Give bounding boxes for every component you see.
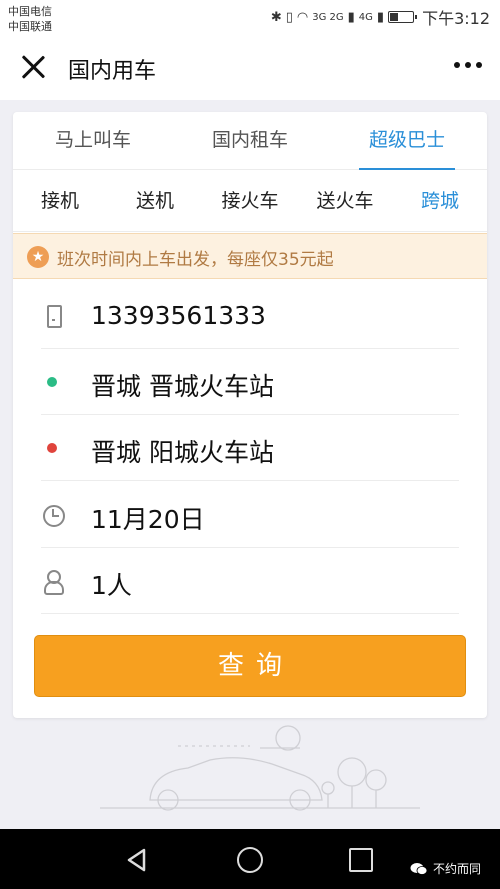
phone-icon xyxy=(41,304,65,328)
origin-row[interactable]: 晋城 晋城火车站 xyxy=(41,349,459,415)
subtab-airport-pickup[interactable]: 接机 xyxy=(13,170,107,232)
passengers-row[interactable]: 1人 xyxy=(41,548,459,614)
date-row[interactable]: 11月20日 xyxy=(41,482,459,548)
home-circle-icon[interactable] xyxy=(237,847,263,873)
car-illustration-icon xyxy=(100,725,420,811)
status-time: 下午3:12 xyxy=(422,9,490,28)
subtab-airport-dropoff[interactable]: 送机 xyxy=(108,170,202,232)
phone-row[interactable]: 13393561333 xyxy=(41,283,459,349)
subtab-train-dropoff[interactable]: 送火车 xyxy=(298,170,392,232)
back-triangle-icon[interactable] xyxy=(124,847,150,873)
destination-value: 晋城 阳城火车站 xyxy=(91,438,274,467)
sub-tabs: 接机 送机 接火车 送火车 跨城 xyxy=(13,170,487,232)
origin-dot-icon xyxy=(41,370,65,394)
watermark: 不约而同 xyxy=(410,860,481,877)
subtab-train-pickup[interactable]: 接火车 xyxy=(203,170,297,232)
page-title: 国内用车 xyxy=(68,59,157,84)
query-button[interactable]: 查询 xyxy=(34,635,466,697)
carrier-1: 中国电信 xyxy=(8,5,52,18)
vibrate-icon: ▯ xyxy=(285,9,293,25)
carrier-2: 中国联通 xyxy=(8,20,52,33)
wechat-icon xyxy=(410,862,428,875)
star-icon: ★ xyxy=(27,246,49,268)
signal-icon: ▮ xyxy=(376,9,385,25)
network-label-2: 4G xyxy=(358,11,373,23)
destination-dot-icon xyxy=(41,436,65,460)
main-tabs: 马上叫车 国内租车 超级巴士 xyxy=(13,112,487,170)
bluetooth-icon: ✱ xyxy=(270,9,282,25)
passengers-value: 1人 xyxy=(91,571,132,600)
more-icon[interactable] xyxy=(454,62,482,68)
clock-icon xyxy=(41,503,65,527)
destination-row[interactable]: 晋城 阳城火车站 xyxy=(41,415,459,481)
tab-call-car[interactable]: 马上叫车 xyxy=(33,112,153,170)
phone-value: 13393561333 xyxy=(91,301,266,330)
close-icon[interactable] xyxy=(20,54,46,80)
system-nav-bar xyxy=(0,829,500,889)
date-value: 11月20日 xyxy=(91,505,205,534)
booking-card: 马上叫车 国内租车 超级巴士 接机 送机 接火车 送火车 跨城 ★ 班次时间内上… xyxy=(13,112,487,718)
status-indicators: ✱ ▯ ◠ 3G 2G ▮ 4G ▮ 下午3:12 xyxy=(271,6,490,28)
battery-icon xyxy=(388,11,418,23)
subtab-intercity[interactable]: 跨城 xyxy=(393,170,487,232)
recent-apps-icon[interactable] xyxy=(349,848,373,872)
tab-rent-car[interactable]: 国内租车 xyxy=(190,112,310,170)
person-icon xyxy=(41,569,65,595)
network-label-1: 3G 2G xyxy=(312,11,344,23)
wifi-icon: ◠ xyxy=(296,9,309,25)
notice-text: 班次时间内上车出发，每座仅35元起 xyxy=(57,250,334,270)
nav-bar: 国内用车 xyxy=(0,36,500,100)
origin-value: 晋城 晋城火车站 xyxy=(91,372,274,401)
promo-notice: ★ 班次时间内上车出发，每座仅35元起 xyxy=(13,233,487,279)
signal-icon: ▮ xyxy=(347,9,355,25)
status-bar: 中国电信 中国联通 ✱ ▯ ◠ 3G 2G ▮ 4G ▮ 下午3:12 xyxy=(0,0,500,36)
watermark-text: 不约而同 xyxy=(433,862,482,876)
tab-super-bus[interactable]: 超级巴士 xyxy=(353,112,461,170)
